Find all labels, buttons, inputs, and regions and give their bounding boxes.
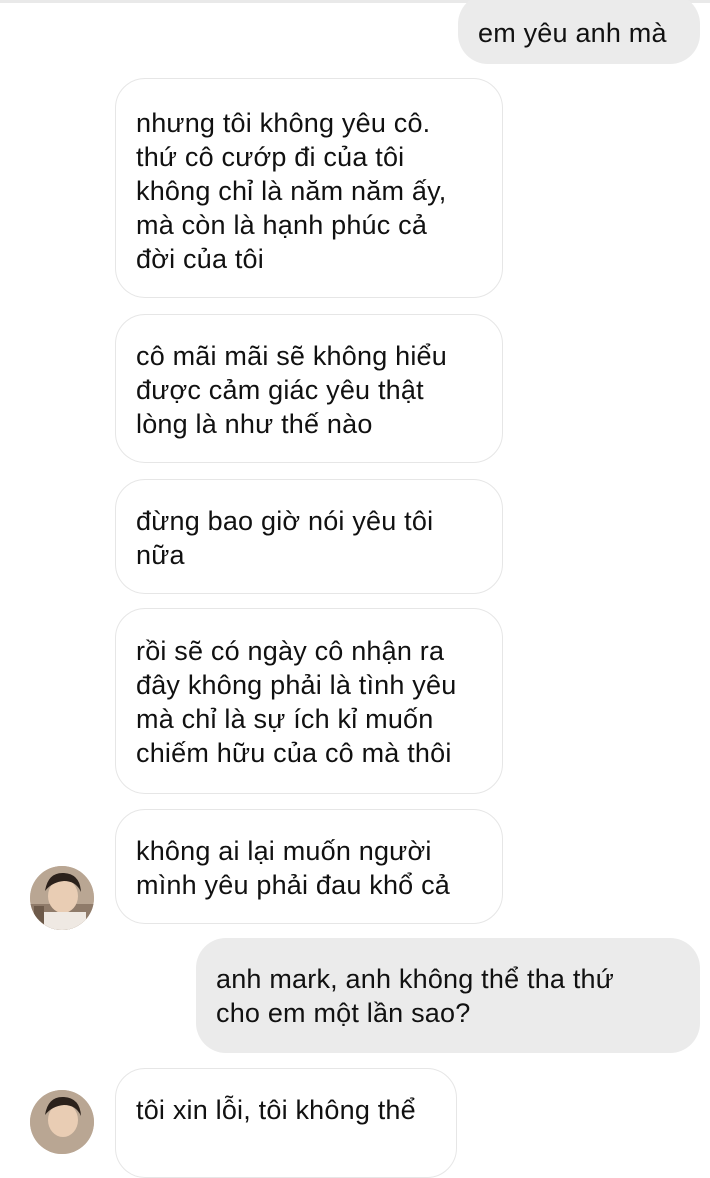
contact-avatar[interactable] [30,866,94,930]
message-incoming[interactable]: cô mãi mãi sẽ không hiểu được cảm giác y… [115,314,503,463]
contact-avatar[interactable] [30,1090,94,1154]
message-incoming[interactable]: đừng bao giờ nói yêu tôi nữa [115,479,503,594]
message-incoming[interactable]: nhưng tôi không yêu cô. thứ cô cướp đi c… [115,78,503,298]
message-outgoing[interactable]: em yêu anh mà [458,0,700,64]
message-outgoing[interactable]: anh mark, anh không thể tha thứ cho em m… [196,938,700,1053]
message-incoming[interactable]: rồi sẽ có ngày cô nhận ra đây không phải… [115,608,503,794]
message-incoming[interactable]: tôi xin lỗi, tôi không thể [115,1068,457,1178]
avatar-photo-icon [30,1090,94,1154]
message-incoming[interactable]: không ai lại muốn người mình yêu phải đa… [115,809,503,924]
avatar-photo-icon [30,866,94,930]
